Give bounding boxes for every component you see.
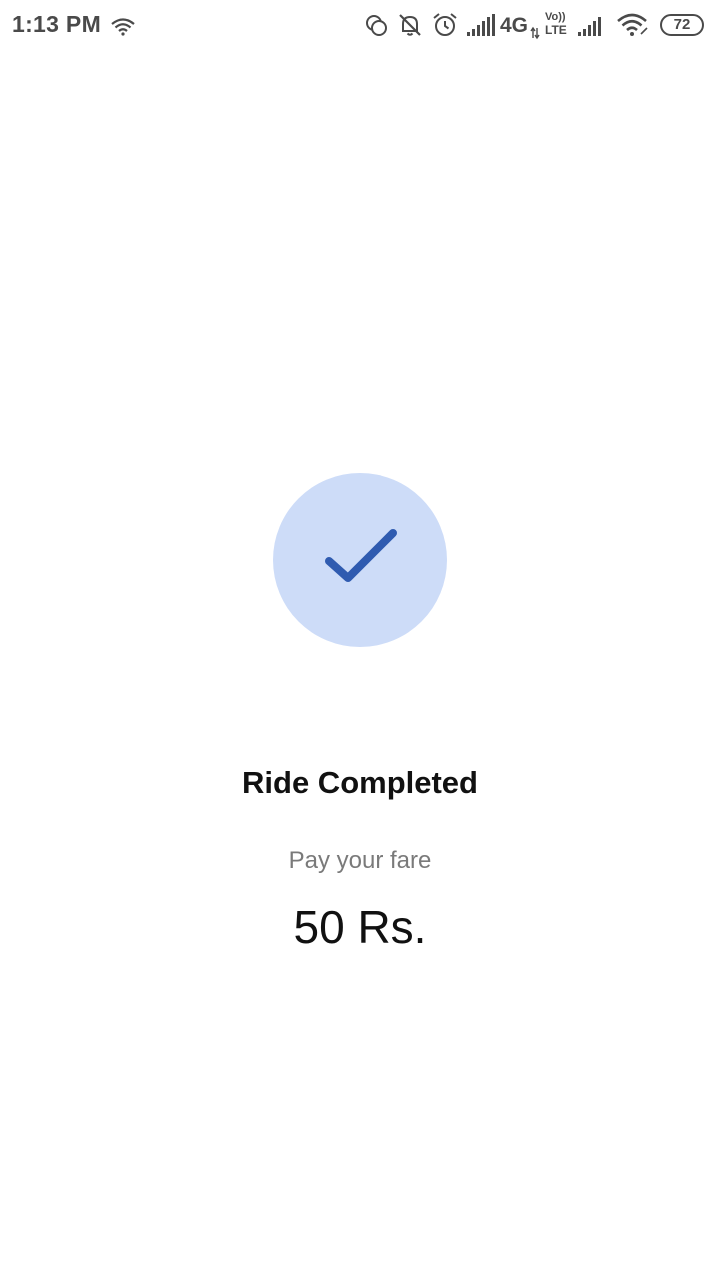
volte-bottom-label: LTE xyxy=(545,23,567,37)
signal-strength-2-icon xyxy=(578,17,601,36)
checkmark-icon xyxy=(325,529,397,582)
success-check-circle xyxy=(273,473,447,647)
signal-strength-icon xyxy=(467,14,495,36)
status-bar: 1:13 PM 4G Vo)) LTE 72 xyxy=(0,0,720,52)
fare-amount: 50 Rs. xyxy=(293,901,427,953)
volte-top-label: Vo)) xyxy=(545,11,566,23)
ride-completed-title: Ride Completed xyxy=(242,765,478,800)
pay-fare-subtitle: Pay your fare xyxy=(288,847,432,874)
battery-indicator: 72 xyxy=(660,14,704,36)
network-type-label: 4G xyxy=(500,14,529,37)
sync-icon xyxy=(366,15,387,36)
wifi-icon xyxy=(111,18,135,36)
wifi-strength-icon xyxy=(617,13,648,36)
data-arrows-icon xyxy=(530,26,540,40)
muted-bell-icon xyxy=(399,14,421,36)
status-time: 1:13 PM xyxy=(12,11,102,37)
alarm-icon xyxy=(433,13,457,36)
